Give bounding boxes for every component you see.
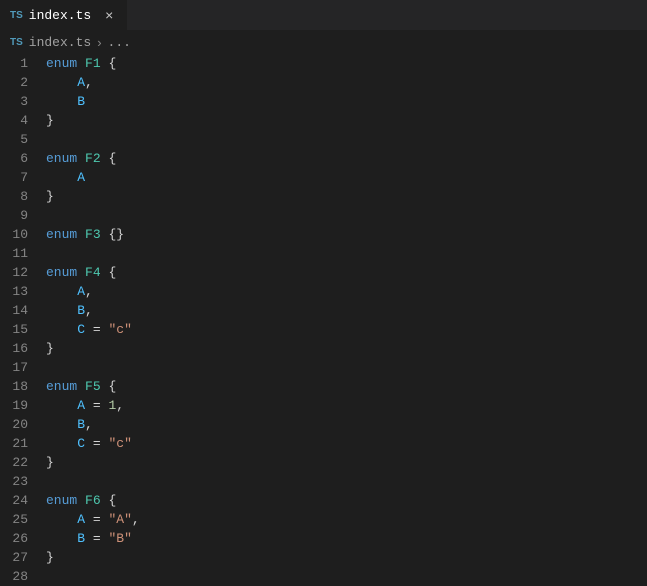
code-content[interactable]: enum F1 {	[46, 54, 116, 73]
code-line[interactable]: 14 B,	[0, 301, 647, 320]
line-number: 13	[0, 282, 46, 301]
line-number: 1	[0, 54, 46, 73]
code-line[interactable]: 10enum F3 {}	[0, 225, 647, 244]
code-content[interactable]: C = "c"	[46, 320, 132, 339]
code-line[interactable]: 5	[0, 130, 647, 149]
code-content[interactable]: enum F3 {}	[46, 225, 124, 244]
chevron-right-icon: ›	[97, 35, 101, 50]
code-content[interactable]: }	[46, 548, 54, 567]
code-content[interactable]: }	[46, 187, 54, 206]
code-content[interactable]: C = "c"	[46, 434, 132, 453]
line-number: 6	[0, 149, 46, 168]
line-number: 10	[0, 225, 46, 244]
line-number: 22	[0, 453, 46, 472]
tab-bar: TS index.ts ×	[0, 0, 647, 30]
line-number: 12	[0, 263, 46, 282]
line-number: 14	[0, 301, 46, 320]
code-content[interactable]: A	[46, 168, 85, 187]
code-line[interactable]: 23	[0, 472, 647, 491]
code-content[interactable]: }	[46, 453, 54, 472]
line-number: 4	[0, 111, 46, 130]
code-line[interactable]: 12enum F4 {	[0, 263, 647, 282]
code-line[interactable]: 7 A	[0, 168, 647, 187]
code-line[interactable]: 2 A,	[0, 73, 647, 92]
close-icon[interactable]: ×	[101, 7, 117, 23]
code-line[interactable]: 4}	[0, 111, 647, 130]
code-line[interactable]: 3 B	[0, 92, 647, 111]
code-content[interactable]: B,	[46, 301, 93, 320]
line-number: 20	[0, 415, 46, 434]
line-number: 25	[0, 510, 46, 529]
code-content[interactable]: enum F2 {	[46, 149, 116, 168]
typescript-icon: TS	[10, 37, 23, 48]
code-line[interactable]: 25 A = "A",	[0, 510, 647, 529]
code-line[interactable]: 17	[0, 358, 647, 377]
typescript-icon: TS	[10, 10, 23, 21]
code-line[interactable]: 11	[0, 244, 647, 263]
line-number: 23	[0, 472, 46, 491]
code-line[interactable]: 27}	[0, 548, 647, 567]
code-line[interactable]: 24enum F6 {	[0, 491, 647, 510]
code-line[interactable]: 18enum F5 {	[0, 377, 647, 396]
code-line[interactable]: 26 B = "B"	[0, 529, 647, 548]
line-number: 7	[0, 168, 46, 187]
code-content[interactable]: enum F6 {	[46, 491, 116, 510]
line-number: 17	[0, 358, 46, 377]
code-editor[interactable]: 1enum F1 {2 A,3 B4}56enum F2 {7 A8}910en…	[0, 54, 647, 586]
line-number: 16	[0, 339, 46, 358]
code-line[interactable]: 1enum F1 {	[0, 54, 647, 73]
line-number: 8	[0, 187, 46, 206]
line-number: 15	[0, 320, 46, 339]
code-content[interactable]: A = 1,	[46, 396, 124, 415]
line-number: 19	[0, 396, 46, 415]
code-line[interactable]: 15 C = "c"	[0, 320, 647, 339]
tab-index-ts[interactable]: TS index.ts ×	[0, 0, 128, 30]
code-content[interactable]: enum F4 {	[46, 263, 116, 282]
line-number: 27	[0, 548, 46, 567]
code-line[interactable]: 19 A = 1,	[0, 396, 647, 415]
line-number: 3	[0, 92, 46, 111]
code-line[interactable]: 22}	[0, 453, 647, 472]
code-content[interactable]: }	[46, 339, 54, 358]
breadcrumb[interactable]: TS index.ts › ...	[0, 30, 647, 54]
code-content[interactable]: A,	[46, 282, 93, 301]
code-line[interactable]: 16}	[0, 339, 647, 358]
line-number: 18	[0, 377, 46, 396]
code-content[interactable]: B,	[46, 415, 93, 434]
code-line[interactable]: 21 C = "c"	[0, 434, 647, 453]
code-content[interactable]: }	[46, 111, 54, 130]
code-content[interactable]: A = "A",	[46, 510, 140, 529]
code-content[interactable]: B	[46, 92, 85, 111]
breadcrumb-filename: index.ts	[29, 35, 91, 50]
code-content[interactable]: B = "B"	[46, 529, 132, 548]
line-number: 2	[0, 73, 46, 92]
line-number: 5	[0, 130, 46, 149]
line-number: 26	[0, 529, 46, 548]
code-line[interactable]: 28	[0, 567, 647, 586]
code-line[interactable]: 20 B,	[0, 415, 647, 434]
line-number: 24	[0, 491, 46, 510]
line-number: 11	[0, 244, 46, 263]
code-line[interactable]: 9	[0, 206, 647, 225]
tab-label: index.ts	[29, 8, 91, 23]
code-content[interactable]: A,	[46, 73, 93, 92]
line-number: 9	[0, 206, 46, 225]
code-content[interactable]: enum F5 {	[46, 377, 116, 396]
line-number: 21	[0, 434, 46, 453]
line-number: 28	[0, 567, 46, 586]
code-line[interactable]: 8}	[0, 187, 647, 206]
code-line[interactable]: 13 A,	[0, 282, 647, 301]
breadcrumb-more: ...	[108, 35, 131, 50]
code-line[interactable]: 6enum F2 {	[0, 149, 647, 168]
